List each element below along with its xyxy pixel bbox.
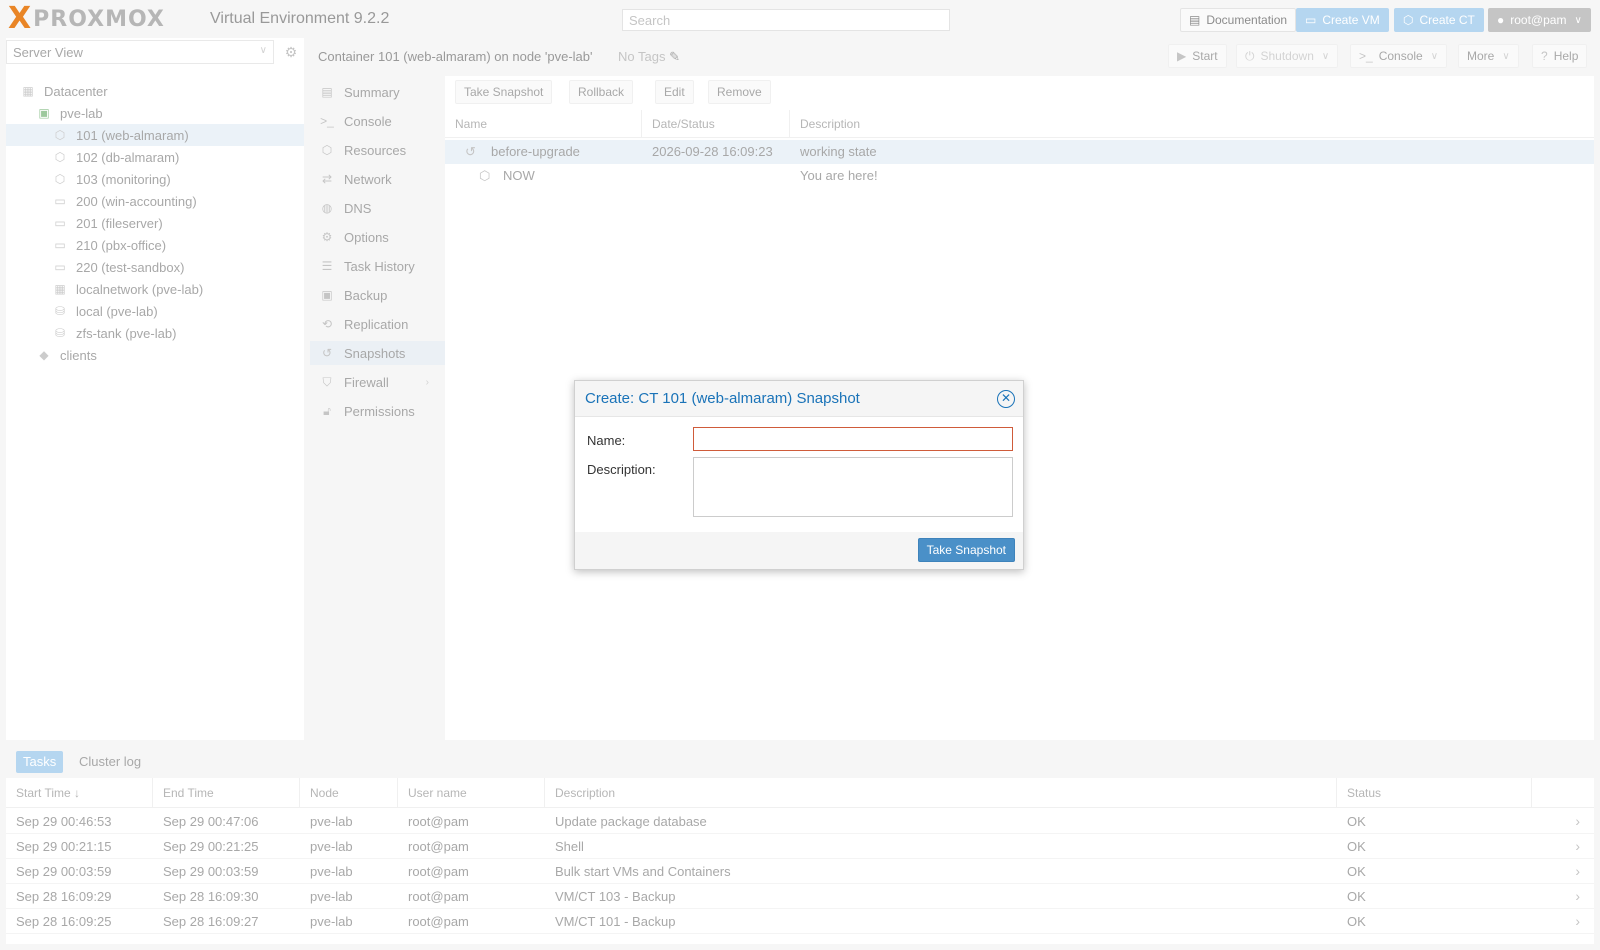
take-snapshot-submit-button[interactable]: Take Snapshot [917,538,1015,562]
snapshot-name-input[interactable] [693,427,1013,451]
close-icon[interactable]: ✕ [997,390,1015,408]
snapshot-description-input[interactable] [693,457,1013,517]
description-label: Description: [587,462,656,477]
create-snapshot-dialog: Create: CT 101 (web-almaram) Snapshot ✕ … [574,380,1024,570]
dialog-header: Create: CT 101 (web-almaram) Snapshot ✕ [575,381,1023,417]
name-label: Name: [587,433,626,448]
dialog-footer: Take Snapshot [575,532,1023,569]
dialog-title: Create: CT 101 (web-almaram) Snapshot [585,390,860,407]
